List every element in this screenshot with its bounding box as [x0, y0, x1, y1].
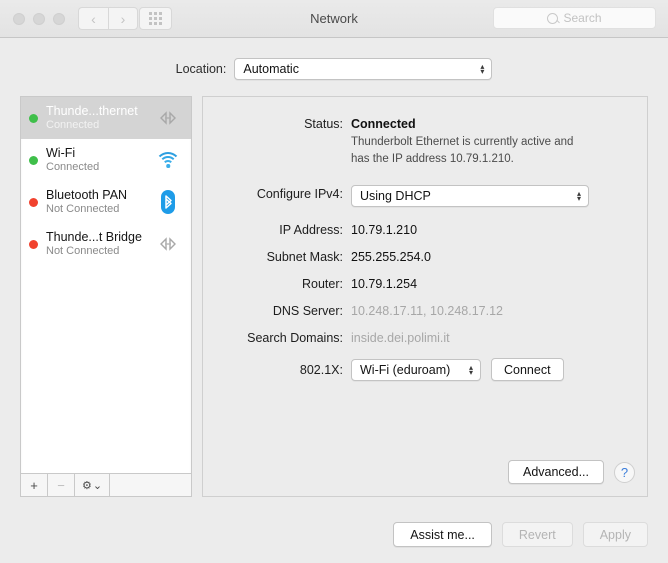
dns-server-label: DNS Server: [272, 304, 343, 319]
search-domains-row: Search Domains: inside.dei.polimi.it [203, 329, 647, 345]
window-footer: Assist me... Revert Apply [0, 522, 668, 547]
services-list: Thunde...thernet Connected Wi-Fi Connect… [21, 97, 191, 473]
router-label: Router: [302, 277, 343, 292]
sidebar-toolbar-filler [110, 474, 191, 496]
dns-server-value: 10.248.17.11, 10.248.17.12 [351, 304, 503, 319]
content-area: Thunde...thernet Connected Wi-Fi Connect… [20, 96, 648, 497]
service-status: Not Connected [46, 244, 120, 257]
status-dot [29, 113, 38, 123]
chevron-updown-icon: ▴ ▾ [576, 189, 581, 204]
location-label: Location: [175, 62, 227, 76]
configure-ipv4-value: Using DHCP [360, 189, 431, 204]
configure-ipv4-label: Configure IPv4: [256, 187, 343, 202]
configure-ipv4-select[interactable]: Using DHCP ▴ ▾ [351, 185, 589, 208]
location-row: Location: Automatic ▴ ▾ [0, 58, 668, 80]
revert-button[interactable]: Revert [501, 522, 573, 547]
location-select[interactable]: Automatic ▴ ▾ [234, 58, 493, 80]
remove-service-button[interactable]: − [48, 474, 75, 496]
search-icon [547, 12, 559, 24]
status-dot [29, 239, 38, 249]
wifi-icon [153, 152, 183, 168]
dns-server-row: DNS Server: 10.248.17.11, 10.248.17.12 [203, 302, 647, 318]
dot1x-row: 802.1X: Wi-Fi (eduroam) ▴ ▾ Connect [203, 358, 647, 382]
service-name: Thunde...thernet [46, 104, 138, 119]
service-status: Not Connected [46, 202, 120, 215]
ip-address-row: IP Address: 10.79.1.210 [203, 221, 647, 237]
status-description: Thunderbolt Ethernet is currently active… [351, 136, 574, 165]
ip-address-label: IP Address: [279, 223, 343, 238]
sidebar-item-wifi[interactable]: Wi-Fi Connected [21, 139, 191, 181]
router-row: Router: 10.79.1.254 [203, 275, 647, 291]
dot1x-value: Wi-Fi (eduroam) [360, 362, 451, 377]
panel-bottom-actions: Advanced... ? [507, 460, 635, 484]
services-sidebar: Thunde...thernet Connected Wi-Fi Connect… [20, 96, 192, 497]
configure-ipv4-row: Configure IPv4: Using DHCP ▴ ▾ [203, 185, 647, 208]
apply-button[interactable]: Apply [582, 522, 648, 547]
service-name: Bluetooth PAN [46, 188, 128, 203]
search-domains-value: inside.dei.polimi.it [351, 331, 450, 346]
status-value: Connected [351, 117, 416, 131]
gear-icon: ⚙ [81, 479, 92, 492]
status-dot [29, 197, 38, 207]
search-placeholder: Search [563, 11, 602, 25]
ip-address-value: 10.79.1.210 [351, 223, 418, 238]
service-name: Thunde...t Bridge [46, 230, 142, 245]
service-name: Wi-Fi [46, 146, 76, 161]
subnet-mask-row: Subnet Mask: 255.255.254.0 [203, 248, 647, 264]
actions-gear-button[interactable]: ⚙ ⌄ [75, 474, 110, 496]
sidebar-item-bluetooth-pan[interactable]: Bluetooth PAN Not Connected [21, 181, 191, 223]
help-button[interactable]: ? [614, 461, 635, 483]
sidebar-item-thunderbolt-ethernet[interactable]: Thunde...thernet Connected [21, 97, 191, 139]
network-preferences-window: ‹ › Network Search Location: Automatic ▴… [0, 0, 668, 563]
dot1x-select[interactable]: Wi-Fi (eduroam) ▴ ▾ [351, 358, 481, 381]
service-status: Connected [46, 118, 100, 131]
service-details-panel: Status: Connected Thunderbolt Ethernet i… [202, 96, 648, 497]
add-service-button[interactable]: + [21, 474, 48, 496]
status-dot [29, 155, 38, 165]
location-value: Automatic [243, 62, 299, 76]
status-row: Status: Connected Thunderbolt Ethernet i… [203, 115, 647, 167]
router-value: 10.79.1.254 [351, 277, 418, 292]
chevron-updown-icon: ▴ ▾ [468, 362, 473, 377]
details-form: Status: Connected Thunderbolt Ethernet i… [203, 115, 647, 391]
sidebar-toolbar: + − ⚙ ⌄ [21, 473, 191, 496]
dot1x-label: 802.1X: [299, 362, 343, 377]
assist-me-button[interactable]: Assist me... [393, 522, 492, 547]
search-input[interactable]: Search [493, 7, 656, 29]
subnet-mask-label: Subnet Mask: [266, 250, 343, 265]
connect-button[interactable]: Connect [491, 358, 564, 382]
bluetooth-icon [153, 189, 183, 215]
window-titlebar: ‹ › Network Search [0, 0, 668, 38]
chevron-down-icon: ⌄ [92, 479, 103, 492]
thunderbolt-icon [153, 110, 183, 126]
thunderbolt-icon [153, 236, 183, 252]
service-status: Connected [46, 160, 100, 173]
subnet-mask-value: 255.255.254.0 [351, 250, 431, 265]
status-label: Status: [304, 117, 343, 131]
sidebar-item-thunderbolt-bridge[interactable]: Thunde...t Bridge Not Connected [21, 223, 191, 265]
search-domains-label: Search Domains: [247, 331, 343, 346]
advanced-button[interactable]: Advanced... [507, 460, 604, 484]
chevron-updown-icon: ▴ ▾ [480, 62, 485, 76]
